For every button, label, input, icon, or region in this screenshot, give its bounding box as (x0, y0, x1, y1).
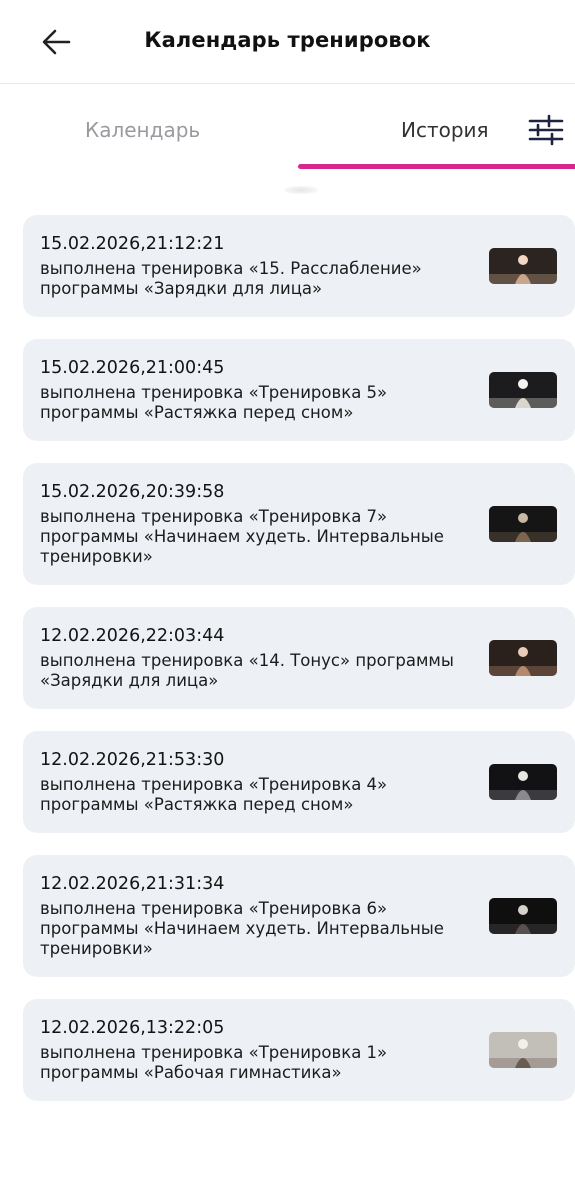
page-title: Календарь тренировок (144, 28, 431, 52)
history-card[interactable]: 12.02.2026,13:22:05 выполнена тренировка … (23, 999, 575, 1101)
history-card[interactable]: 12.02.2026,22:03:44 выполнена тренировка … (23, 607, 575, 709)
history-date: 12.02.2026,21:31:34 (40, 874, 225, 894)
filter-button[interactable] (527, 114, 565, 146)
sliders-icon (528, 114, 564, 146)
workout-thumbnail (489, 248, 557, 284)
history-description: выполнена тренировка «15. Расслабление» … (40, 259, 422, 298)
active-tab-indicator (298, 164, 575, 169)
history-card[interactable]: 15.02.2026,21:12:21 выполнена тренировка … (23, 215, 575, 317)
app-header: Календарь тренировок (0, 0, 575, 84)
history-card[interactable]: 15.02.2026,20:39:58 выполнена тренировка … (23, 463, 575, 585)
history-date: 15.02.2026,21:00:45 (40, 358, 225, 378)
scroll-shadow (284, 186, 318, 194)
history-description: выполнена тренировка «14. Тонус» програм… (40, 651, 454, 690)
history-card[interactable]: 12.02.2026,21:31:34 выполнена тренировка … (23, 855, 575, 977)
history-card[interactable]: 12.02.2026,21:53:30 выполнена тренировка … (23, 731, 575, 833)
history-description: выполнена тренировка «Тренировка 5» прог… (40, 383, 388, 422)
history-date: 15.02.2026,20:39:58 (40, 482, 225, 502)
history-date: 12.02.2026,22:03:44 (40, 626, 225, 646)
history-date: 12.02.2026,13:22:05 (40, 1018, 225, 1038)
history-card[interactable]: 15.02.2026,21:00:45 выполнена тренировка … (23, 339, 575, 441)
history-list: 15.02.2026,21:12:21 выполнена тренировка … (23, 215, 575, 1123)
workout-thumbnail (489, 764, 557, 800)
tab-history[interactable]: История (401, 118, 489, 142)
history-description: выполнена тренировка «Тренировка 1» прог… (40, 1043, 388, 1082)
tab-bar: Календарь История (0, 84, 575, 174)
workout-thumbnail (489, 372, 557, 408)
history-description: выполнена тренировка «Тренировка 7» прог… (40, 507, 444, 566)
history-date: 15.02.2026,21:12:21 (40, 234, 225, 254)
history-description: выполнена тренировка «Тренировка 6» прог… (40, 899, 444, 958)
history-date: 12.02.2026,21:53:30 (40, 750, 225, 770)
workout-thumbnail (489, 640, 557, 676)
workout-thumbnail (489, 898, 557, 934)
tab-calendar[interactable]: Календарь (85, 118, 200, 142)
workout-thumbnail (489, 506, 557, 542)
history-description: выполнена тренировка «Тренировка 4» прог… (40, 775, 388, 814)
workout-thumbnail (489, 1032, 557, 1068)
